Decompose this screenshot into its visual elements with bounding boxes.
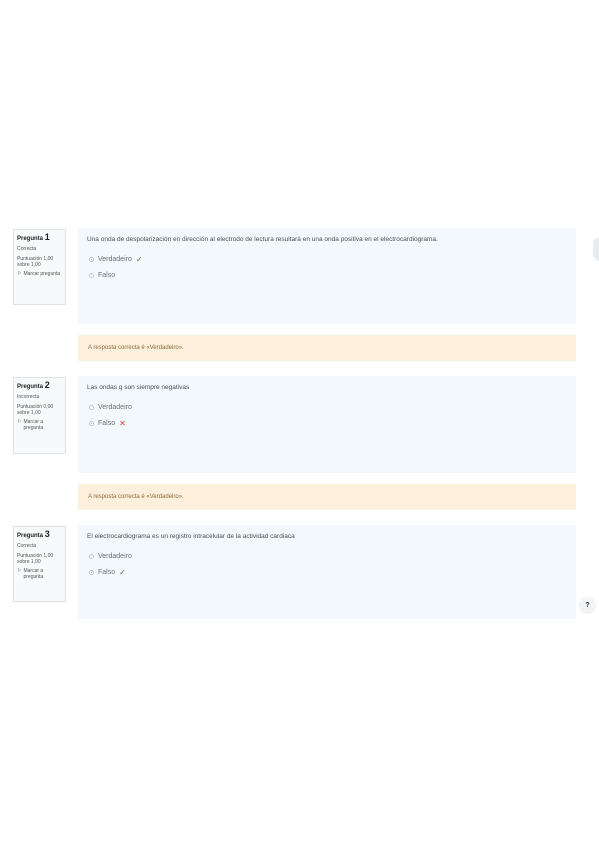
correct-check-icon: ✓: [135, 255, 143, 264]
question-state: Correcta: [17, 543, 37, 549]
question-state: Incorrecta: [17, 394, 40, 400]
question-state: Correcta: [17, 246, 37, 252]
answer-option-verdadeiro[interactable]: Verdadeiro ✓: [87, 255, 567, 264]
flag-question-link[interactable]: ⚐ Marcar a pregunta: [17, 419, 62, 431]
flag-icon: ⚐: [17, 568, 22, 574]
correct-check-icon: ✓: [119, 568, 126, 577]
radio-button[interactable]: [89, 554, 94, 559]
question-number: 1: [44, 232, 50, 242]
question-text: Las ondas q son siempre negativas: [87, 384, 190, 391]
question-number: 3: [44, 529, 50, 539]
question-formulation-1: Una onda de despolarización en dirección…: [78, 228, 576, 324]
question-text: Una onda de despolarización en dirección…: [87, 236, 438, 243]
radio-button[interactable]: [89, 405, 94, 410]
flag-icon: ⚐: [17, 271, 22, 277]
question-title: Pregunta 3: [17, 529, 50, 539]
flag-question-link[interactable]: ⚐ Marcar pregunta: [17, 271, 62, 277]
answer-option-falso[interactable]: Falso ✕: [87, 419, 567, 428]
correct-answer-feedback: A resposta correcta é «Verdadeiro».: [78, 335, 576, 361]
answer-option-falso[interactable]: Falso ✓: [87, 568, 567, 577]
question-number: 2: [44, 380, 50, 390]
answer-option-falso[interactable]: Falso: [87, 271, 567, 280]
question-grade: Puntuación 0,00 sobre 1,00: [17, 404, 54, 416]
question-info-1: Pregunta 1 Correcta Puntuación 1,00 sobr…: [13, 229, 66, 305]
radio-button[interactable]: [89, 273, 94, 278]
radio-button[interactable]: [89, 257, 94, 262]
incorrect-cross-icon: ✕: [119, 419, 126, 428]
drawer-toggle-button[interactable]: [593, 237, 599, 261]
radio-button[interactable]: [89, 570, 94, 575]
answer-option-verdadeiro[interactable]: Verdadeiro: [87, 403, 567, 412]
question-title: Pregunta 1: [17, 232, 50, 242]
question-info-3: Pregunta 3 Correcta Puntuación 1,00 sobr…: [13, 526, 66, 602]
correct-answer-feedback: A resposta correcta é «Verdadeiro».: [78, 484, 576, 510]
question-grade: Puntuación 1,00 sobre 1,00: [17, 256, 54, 268]
question-title: Pregunta 2: [17, 380, 50, 390]
radio-button[interactable]: [89, 421, 94, 426]
question-formulation-3: El electrocardiograma es un registro int…: [78, 525, 576, 619]
answer-option-verdadeiro[interactable]: Verdadeiro: [87, 552, 567, 561]
question-grade: Puntuación 1,00 sobre 1,00: [17, 553, 54, 565]
question-text: El electrocardiograma es un registro int…: [87, 533, 295, 540]
flag-question-link[interactable]: ⚐ Marcar a pregunta: [17, 568, 62, 580]
question-info-2: Pregunta 2 Incorrecta Puntuación 0,00 so…: [13, 377, 66, 454]
help-button[interactable]: ?: [579, 597, 596, 614]
question-formulation-2: Las ondas q son siempre negativas Verdad…: [78, 376, 576, 473]
flag-icon: ⚐: [17, 419, 22, 425]
